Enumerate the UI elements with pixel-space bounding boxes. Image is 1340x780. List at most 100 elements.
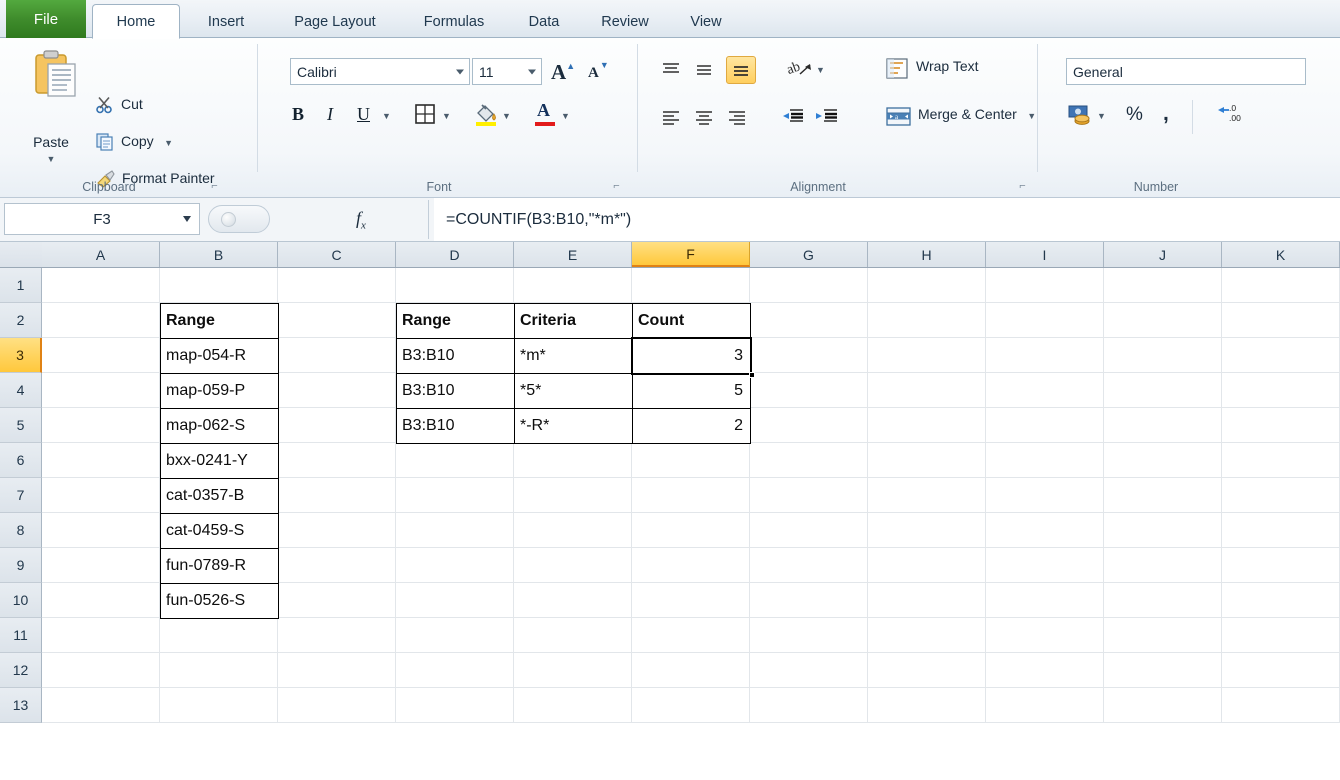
font-color-dropdown[interactable]: ▼: [561, 111, 570, 121]
grid-cell-C9[interactable]: [278, 548, 396, 583]
grid-cell-A3[interactable]: [42, 338, 160, 373]
grid-cell-K9[interactable]: [1222, 548, 1340, 583]
grid-cell-J9[interactable]: [1104, 548, 1222, 583]
ribbon-tab-review[interactable]: Review: [583, 5, 667, 38]
grid-cell-F13[interactable]: [632, 688, 750, 723]
accounting-format-dropdown[interactable]: ▼: [1097, 111, 1106, 121]
grid-cell-K8[interactable]: [1222, 513, 1340, 548]
grid-cell-A2[interactable]: [42, 303, 160, 338]
grid-cell-G8[interactable]: [750, 513, 868, 548]
fill-color-button[interactable]: [475, 102, 497, 131]
name-box[interactable]: F3: [4, 203, 200, 235]
ribbon-tab-data[interactable]: Data: [510, 5, 578, 38]
grid-cell-J8[interactable]: [1104, 513, 1222, 548]
grid-cell-G11[interactable]: [750, 618, 868, 653]
grid-cell-A5[interactable]: [42, 408, 160, 443]
grid-cell-D1[interactable]: [396, 268, 514, 303]
grid-cell-C11[interactable]: [278, 618, 396, 653]
grid-cell-G10[interactable]: [750, 583, 868, 618]
grid-cell-I11[interactable]: [986, 618, 1104, 653]
wrap-text-button[interactable]: Wrap Text: [886, 58, 979, 79]
grid-cell-K1[interactable]: [1222, 268, 1340, 303]
grid-cell-E10[interactable]: [514, 583, 632, 618]
grid-cell-J13[interactable]: [1104, 688, 1222, 723]
row-header-10[interactable]: 10: [0, 583, 42, 618]
grid-cell-K11[interactable]: [1222, 618, 1340, 653]
row-header-7[interactable]: 7: [0, 478, 42, 513]
borders-dropdown[interactable]: ▼: [442, 111, 451, 121]
align-top-button[interactable]: [660, 60, 682, 85]
row-header-4[interactable]: 4: [0, 373, 42, 408]
comma-style-button[interactable]: ,: [1163, 102, 1169, 126]
chevron-down-icon[interactable]: [456, 69, 464, 74]
grid-cell-G12[interactable]: [750, 653, 868, 688]
ribbon-tab-view[interactable]: View: [672, 5, 740, 38]
grid-cell-F11[interactable]: [632, 618, 750, 653]
grid-cell-I1[interactable]: [986, 268, 1104, 303]
font-name-combobox[interactable]: Calibri: [290, 58, 470, 85]
clipboard-dialog-launcher[interactable]: ⌐: [208, 180, 221, 193]
grid-cell-I2[interactable]: [986, 303, 1104, 338]
column-header-k[interactable]: K: [1222, 242, 1340, 267]
grid-cell-D11[interactable]: [396, 618, 514, 653]
ribbon-tab-home[interactable]: Home: [92, 4, 180, 39]
grid-cell-A10[interactable]: [42, 583, 160, 618]
grid-cell-J12[interactable]: [1104, 653, 1222, 688]
column-header-e[interactable]: E: [514, 242, 632, 267]
grid-cell-E12[interactable]: [514, 653, 632, 688]
row-header-2[interactable]: 2: [0, 303, 42, 338]
row-header-12[interactable]: 12: [0, 653, 42, 688]
cell-E2[interactable]: Criteria: [514, 303, 633, 339]
cell-B9[interactable]: fun-0789-R: [160, 548, 279, 584]
align-bottom-button[interactable]: [726, 56, 756, 84]
grid-cell-A8[interactable]: [42, 513, 160, 548]
column-header-a[interactable]: A: [42, 242, 160, 267]
grid-cell-C4[interactable]: [278, 373, 396, 408]
grid-cell-G3[interactable]: [750, 338, 868, 373]
grid-cell-G7[interactable]: [750, 478, 868, 513]
fill-handle[interactable]: [749, 372, 755, 378]
align-right-button[interactable]: [726, 108, 748, 133]
font-color-button[interactable]: A: [534, 100, 556, 131]
grid-cell-G5[interactable]: [750, 408, 868, 443]
grid-cell-D10[interactable]: [396, 583, 514, 618]
grid-cell-K2[interactable]: [1222, 303, 1340, 338]
row-header-9[interactable]: 9: [0, 548, 42, 583]
grid-cell-H7[interactable]: [868, 478, 986, 513]
grid-cell-G1[interactable]: [750, 268, 868, 303]
grid-cell-I10[interactable]: [986, 583, 1104, 618]
merge-center-button[interactable]: a Merge & Center ▼: [886, 106, 1036, 126]
grid-cell-F7[interactable]: [632, 478, 750, 513]
grid-cell-H13[interactable]: [868, 688, 986, 723]
cell-F4[interactable]: 5: [632, 373, 751, 409]
grid-cell-J5[interactable]: [1104, 408, 1222, 443]
column-header-h[interactable]: H: [868, 242, 986, 267]
chevron-down-icon[interactable]: [528, 69, 536, 74]
grid-cell-G4[interactable]: [750, 373, 868, 408]
italic-button[interactable]: I: [327, 104, 333, 125]
grid-cell-C12[interactable]: [278, 653, 396, 688]
grid-cell-D9[interactable]: [396, 548, 514, 583]
grid-cell-C3[interactable]: [278, 338, 396, 373]
grid-cell-F8[interactable]: [632, 513, 750, 548]
cell-B4[interactable]: map-059-P: [160, 373, 279, 409]
grid-cell-C6[interactable]: [278, 443, 396, 478]
grid-cell-I13[interactable]: [986, 688, 1104, 723]
row-header-8[interactable]: 8: [0, 513, 42, 548]
grid-cell-H11[interactable]: [868, 618, 986, 653]
grid-cell-H9[interactable]: [868, 548, 986, 583]
grid-cell-J3[interactable]: [1104, 338, 1222, 373]
grid-cell-A13[interactable]: [42, 688, 160, 723]
grid-cell-B12[interactable]: [160, 653, 278, 688]
grid-cell-K3[interactable]: [1222, 338, 1340, 373]
grid-cell-D7[interactable]: [396, 478, 514, 513]
underline-button[interactable]: U: [357, 104, 370, 125]
grid-cell-K12[interactable]: [1222, 653, 1340, 688]
grid-cell-G13[interactable]: [750, 688, 868, 723]
grid-cell-K4[interactable]: [1222, 373, 1340, 408]
column-header-b[interactable]: B: [160, 242, 278, 267]
cell-B7[interactable]: cat-0357-B: [160, 478, 279, 514]
grid-cell-C8[interactable]: [278, 513, 396, 548]
insert-function-icon[interactable]: fx: [356, 208, 366, 232]
grid-cell-F12[interactable]: [632, 653, 750, 688]
